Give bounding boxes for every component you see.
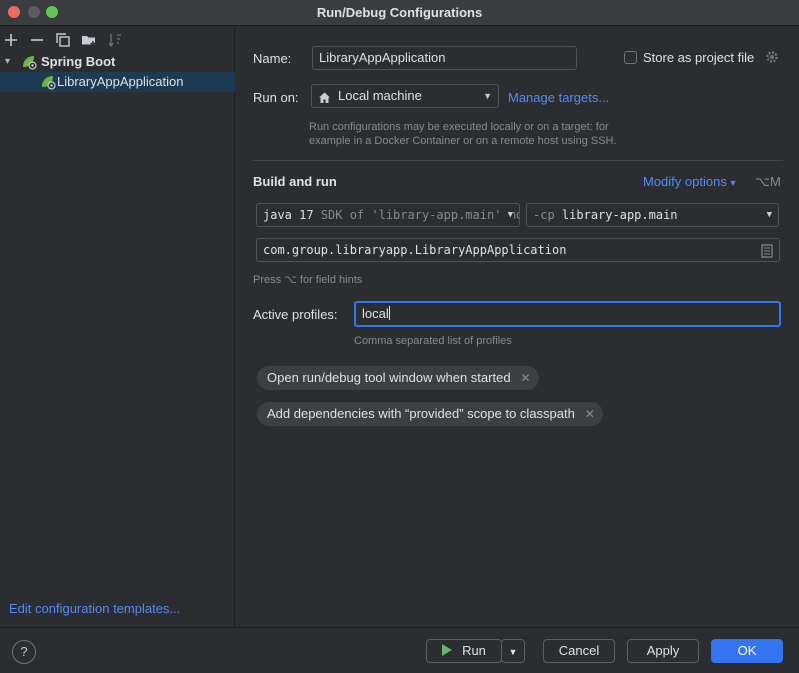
chevron-down-icon: ▼ — [503, 204, 513, 226]
home-icon — [318, 89, 331, 107]
option-chip-label: Add dependencies with “provided” scope t… — [267, 406, 575, 421]
jdk-detail: SDK of 'library-app.main' mo — [320, 208, 520, 222]
ok-button[interactable]: OK — [711, 639, 783, 663]
run-on-hint-line-2: example in a Docker Container or on a re… — [309, 135, 617, 147]
tree-item-label: LibraryAppApplication — [57, 74, 184, 89]
run-on-value: Local machine — [338, 88, 422, 103]
edit-configuration-templates-link[interactable]: Edit configuration templates... — [9, 601, 180, 616]
main-class-value: com.group.libraryapp.LibraryAppApplicati… — [263, 243, 567, 257]
chevron-down-icon: ▼ — [508, 647, 518, 657]
manage-targets-link[interactable]: Manage targets... — [508, 90, 609, 105]
configurations-sidebar: ▾ Spring Boot LibraryAppApplication Edit… — [0, 27, 235, 627]
text-cursor — [388, 306, 390, 320]
play-icon — [442, 644, 453, 656]
run-on-select[interactable]: Local machine ▼ — [311, 84, 499, 108]
window-title: Run/Debug Configurations — [316, 5, 483, 20]
new-folder-icon[interactable] — [80, 31, 98, 49]
classpath-module-select[interactable]: -cp library-app.main ▼ — [526, 203, 779, 227]
run-options-dropdown[interactable]: ▼ — [501, 639, 525, 663]
run-on-hint-line-1: Run configurations may be executed local… — [309, 121, 609, 133]
minus-icon[interactable] — [28, 31, 46, 49]
tree-group-label: Spring Boot — [41, 54, 116, 69]
store-as-project-file-label: Store as project file — [643, 50, 755, 65]
name-field[interactable]: LibraryAppApplication — [312, 46, 577, 70]
chevron-down-icon[interactable]: ▾ — [5, 52, 10, 72]
apply-button[interactable]: Apply — [627, 639, 699, 663]
divider — [253, 160, 783, 161]
jdk-version: java 17 — [263, 208, 314, 222]
help-button[interactable]: ? — [12, 640, 36, 664]
active-profiles-label: Active profiles: — [253, 307, 338, 322]
browse-class-icon[interactable] — [761, 243, 773, 261]
jdk-select[interactable]: java 17 SDK of 'library-app.main' mo ▼ — [256, 203, 520, 227]
classpath-prefix: -cp — [533, 208, 555, 222]
sort-icon[interactable] — [106, 31, 124, 49]
option-chip-provided-scope[interactable]: Add dependencies with “provided” scope t… — [257, 402, 603, 426]
option-chip-open-tool-window[interactable]: Open run/debug tool window when started … — [257, 366, 539, 390]
name-label: Name: — [253, 51, 292, 66]
tree-group-spring-boot[interactable]: ▾ Spring Boot — [0, 52, 235, 72]
copy-icon[interactable] — [54, 31, 72, 49]
build-and-run-title: Build and run — [253, 174, 337, 189]
modify-options-label: Modify options — [643, 174, 727, 189]
store-as-project-file-checkbox[interactable] — [624, 51, 637, 64]
modify-options-shortcut: ⌥M — [755, 174, 781, 189]
option-chip-label: Open run/debug tool window when started — [267, 370, 511, 385]
close-icon[interactable]: ✕ — [520, 366, 530, 390]
run-button-label: Run — [462, 643, 486, 658]
spring-boot-icon — [21, 54, 37, 70]
main-class-field[interactable]: com.group.libraryapp.LibraryAppApplicati… — [256, 238, 780, 262]
chevron-down-icon: ▾ — [730, 178, 736, 189]
chevron-down-icon: ▼ — [766, 210, 772, 220]
plus-icon[interactable] — [2, 31, 20, 49]
active-profiles-value: local — [362, 306, 389, 321]
tree-item-libraryappapplication[interactable]: LibraryAppApplication — [0, 72, 235, 92]
chevron-down-icon: ▼ — [483, 91, 492, 101]
configuration-form: Name: LibraryAppApplication Store as pro… — [236, 27, 799, 627]
close-icon[interactable]: ✕ — [585, 402, 595, 426]
gear-icon[interactable] — [765, 50, 779, 67]
classpath-value: library-app.main — [561, 208, 678, 222]
spring-boot-run-icon — [40, 74, 56, 90]
run-on-label: Run on: — [253, 90, 299, 105]
dialog-button-bar: ? Run ▼ Cancel Apply OK — [0, 627, 799, 673]
cancel-button[interactable]: Cancel — [543, 639, 615, 663]
run-button[interactable]: Run — [426, 639, 502, 663]
active-profiles-hint: Comma separated list of profiles — [354, 335, 512, 347]
field-hints-text: Press ⌥ for field hints — [253, 274, 363, 286]
active-profiles-input[interactable]: local — [354, 301, 781, 327]
title-bar: Run/Debug Configurations — [0, 0, 799, 26]
modify-options-link[interactable]: Modify options ▾ — [643, 174, 735, 189]
